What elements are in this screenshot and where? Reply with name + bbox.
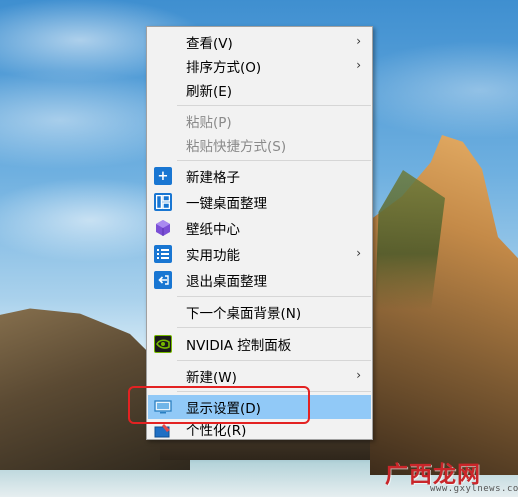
menu-item-label: 实用功能 [186, 248, 240, 264]
menu-item-label: 壁纸中心 [186, 222, 240, 238]
submenu-arrow-icon: › [356, 58, 361, 72]
menu-item-label: 新建格子 [186, 170, 240, 186]
menu-item-label: 排序方式(O) [186, 60, 262, 76]
menu-item-paste: 粘贴(P) [148, 109, 371, 133]
menu-item-nvidia-control-panel[interactable]: NVIDIA 控制面板 [148, 332, 371, 356]
menu-item-wallpaper-center[interactable]: 壁纸中心 [148, 216, 371, 240]
menu-item-label: 下一个桌面背景(N) [186, 306, 302, 322]
submenu-arrow-icon: › [356, 368, 361, 382]
list-icon [154, 245, 172, 263]
menu-item-label: 刷新(E) [186, 84, 233, 100]
personalize-icon [154, 422, 172, 440]
submenu-arrow-icon: › [356, 246, 361, 260]
menu-item-desktop-organize[interactable]: 一键桌面整理 [148, 190, 371, 214]
menu-item-label: 一键桌面整理 [186, 196, 267, 212]
menu-item-utilities[interactable]: 实用功能 › [148, 242, 371, 266]
exit-icon [154, 271, 172, 289]
nvidia-icon [154, 335, 172, 353]
menu-item-label: 查看(V) [186, 36, 233, 52]
menu-separator [177, 327, 371, 328]
desktop-context-menu: 查看(V) › 排序方式(O) › 刷新(E) 粘贴(P) 粘贴快捷方式(S) … [146, 26, 373, 440]
plus-icon: + [154, 167, 172, 185]
menu-item-sort-by[interactable]: 排序方式(O) › [148, 54, 371, 78]
menu-item-new-box[interactable]: + 新建格子 [148, 164, 371, 188]
menu-item-label: 粘贴快捷方式(S) [186, 139, 287, 155]
menu-item-label: 粘贴(P) [186, 115, 232, 131]
cube-icon [154, 219, 172, 237]
submenu-arrow-icon: › [356, 34, 361, 48]
menu-separator [177, 160, 371, 161]
watermark-url: www.gxylnews.com [430, 484, 518, 494]
layout-icon [154, 193, 172, 211]
menu-item-next-background[interactable]: 下一个桌面背景(N) [148, 300, 371, 324]
menu-item-refresh[interactable]: 刷新(E) [148, 78, 371, 102]
menu-item-new[interactable]: 新建(W) › [148, 364, 371, 388]
menu-item-label: 新建(W) [186, 370, 237, 386]
menu-item-label: NVIDIA 控制面板 [186, 338, 292, 354]
red-highlight-annotation [128, 386, 310, 424]
menu-item-paste-shortcut: 粘贴快捷方式(S) [148, 133, 371, 157]
menu-separator [177, 360, 371, 361]
menu-item-exit-organize[interactable]: 退出桌面整理 [148, 268, 371, 292]
menu-separator [177, 105, 371, 106]
menu-item-view[interactable]: 查看(V) › [148, 30, 371, 54]
menu-item-label: 退出桌面整理 [186, 274, 267, 290]
menu-separator [177, 296, 371, 297]
